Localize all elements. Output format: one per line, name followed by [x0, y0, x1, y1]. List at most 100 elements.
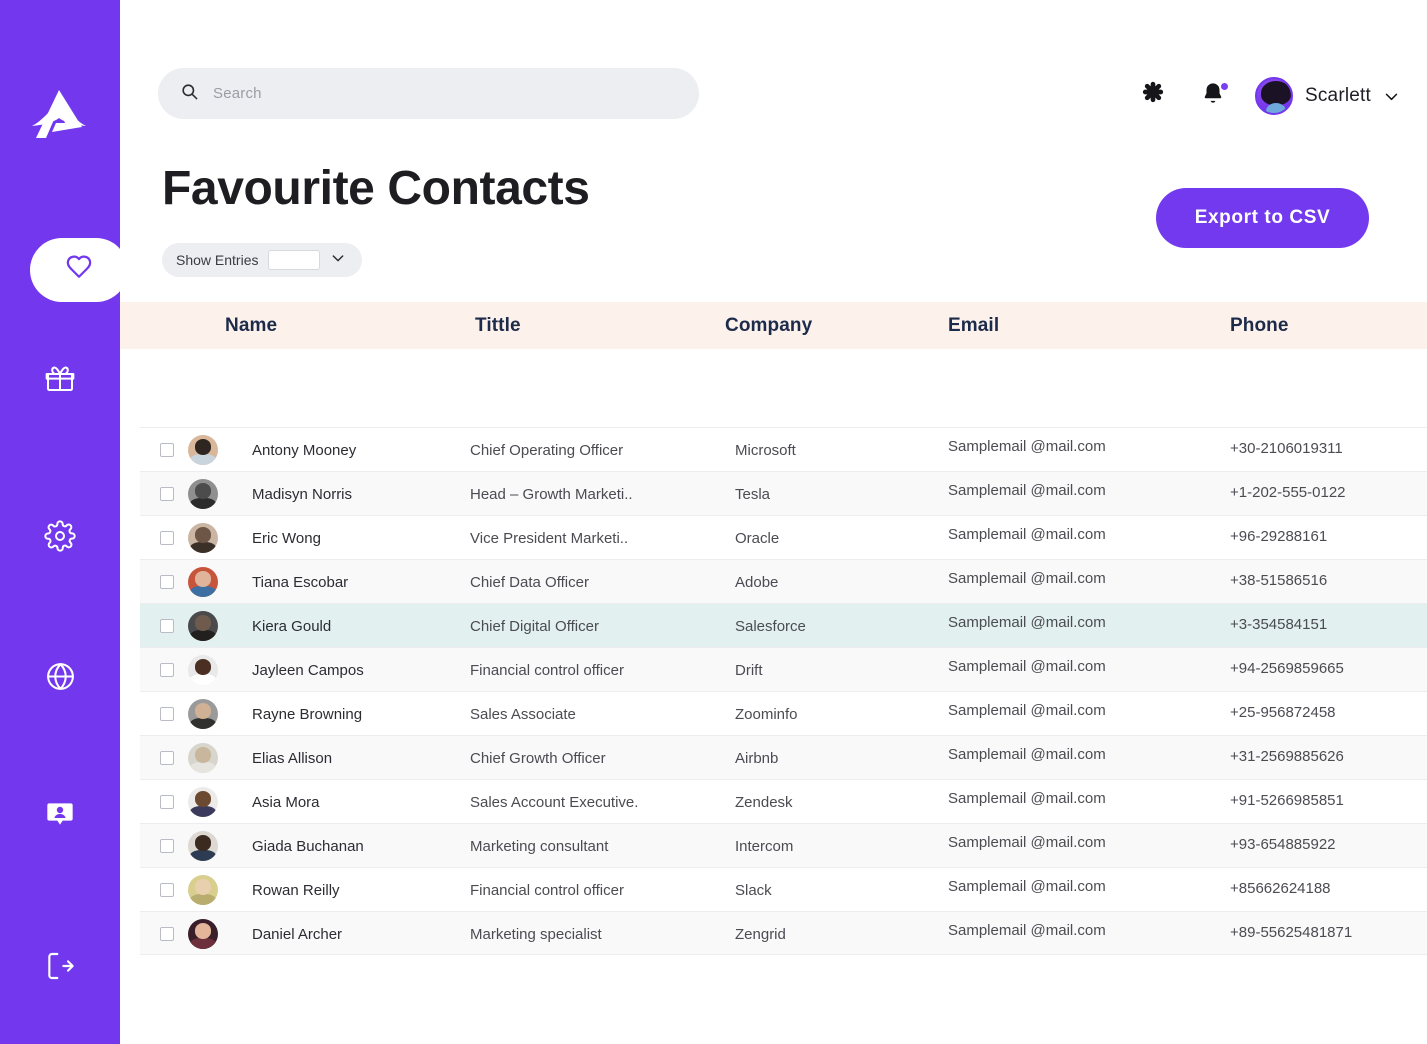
contact-phone: +30-2106019311	[1230, 439, 1343, 457]
column-header-company[interactable]: Company	[725, 302, 812, 349]
contact-name: Asia Mora	[252, 793, 320, 811]
contact-company: Intercom	[735, 837, 794, 855]
contact-title: Financial control officer	[470, 881, 624, 899]
column-header-phone[interactable]: Phone	[1230, 302, 1289, 349]
search-input-placeholder[interactable]: Search	[213, 85, 262, 102]
table-row[interactable]: Rowan Reilly Financial control officer Sla…	[140, 867, 1427, 911]
contact-email: Samplemail @mail.com	[948, 657, 1106, 675]
contact-company: Microsoft	[735, 441, 796, 459]
sidebar-item-contacts[interactable]	[0, 782, 120, 846]
contact-title: Sales Account Executive.	[470, 793, 639, 811]
show-entries-select[interactable]	[268, 250, 321, 270]
row-checkbox[interactable]	[160, 516, 174, 560]
contact-email: Samplemail @mail.com	[948, 569, 1106, 587]
user-menu[interactable]: Scarlett	[1254, 77, 1399, 115]
contact-avatar	[188, 560, 218, 604]
contact-phone: +93-654885922	[1230, 835, 1336, 853]
pill-corner-top	[88, 206, 120, 238]
logout-icon	[44, 950, 76, 982]
row-checkbox[interactable]	[160, 868, 174, 912]
app-root: Search Scarlett Favourite Contacts Expor…	[0, 0, 1427, 1044]
table-row[interactable]: Jayleen Campos Financial control officer D…	[140, 647, 1427, 691]
contact-company: Zendesk	[735, 793, 793, 811]
contact-phone: +96-29288161	[1230, 527, 1328, 545]
row-checkbox[interactable]	[160, 604, 174, 648]
contact-email: Samplemail @mail.com	[948, 921, 1106, 939]
sidebar-item-favourites[interactable]	[0, 206, 128, 334]
contact-title: Head – Growth Marketi..	[470, 485, 633, 503]
row-checkbox[interactable]	[160, 560, 174, 604]
show-entries-label: Show Entries	[176, 252, 259, 268]
sidebar-item-settings[interactable]	[0, 504, 120, 568]
contact-phone: +1-202-555-0122	[1230, 483, 1346, 501]
contact-avatar	[188, 868, 218, 912]
heart-icon	[64, 253, 94, 288]
contact-avatar	[188, 736, 218, 780]
contact-company: Salesforce	[735, 617, 806, 635]
contact-avatar	[188, 516, 218, 560]
search-bar[interactable]: Search	[158, 68, 699, 119]
table-row[interactable]: Eric Wong Vice President Marketi.. Oracle S…	[140, 515, 1427, 559]
table-row[interactable]: Giada Buchanan Marketing consultant Interc…	[140, 823, 1427, 867]
row-checkbox[interactable]	[160, 648, 174, 692]
sidebar-item-logout[interactable]	[0, 934, 120, 998]
table-row[interactable]: Daniel Archer Marketing specialist Zengrid…	[140, 911, 1427, 955]
table-row[interactable]: Kiera Gould Chief Digital Officer Salesfor…	[140, 603, 1427, 647]
contact-company: Zoominfo	[735, 705, 798, 723]
chevron-down-icon[interactable]	[1383, 88, 1399, 104]
row-checkbox[interactable]	[160, 912, 174, 956]
sidebar-item-network[interactable]	[0, 644, 120, 708]
table-row[interactable]: Antony Mooney Chief Operating Officer Micr…	[140, 427, 1427, 471]
contact-company: Slack	[735, 881, 772, 899]
contact-avatar	[188, 472, 218, 516]
avatar	[1254, 77, 1293, 115]
column-header-email[interactable]: Email	[948, 302, 999, 349]
globe-icon	[44, 660, 77, 693]
contact-name: Jayleen Campos	[252, 661, 364, 679]
sidebar-item-rewards[interactable]	[0, 346, 120, 410]
notifications-button[interactable]	[1183, 72, 1243, 120]
contact-email: Samplemail @mail.com	[948, 613, 1106, 631]
pill-corner-bottom	[88, 302, 120, 334]
contact-phone: +3-354584151	[1230, 615, 1328, 633]
contact-avatar	[188, 824, 218, 868]
table-body: Antony Mooney Chief Operating Officer Micr…	[140, 427, 1427, 955]
row-checkbox[interactable]	[160, 736, 174, 780]
contact-avatar	[188, 692, 218, 736]
row-checkbox[interactable]	[160, 428, 174, 472]
table-row[interactable]: Madisyn Norris Head – Growth Marketi.. Tes…	[140, 471, 1427, 515]
table-row[interactable]: Rayne Browning Sales Associate Zoominfo Sam…	[140, 691, 1427, 735]
contact-phone: +85662624188	[1230, 879, 1331, 897]
contact-email: Samplemail @mail.com	[948, 437, 1106, 455]
contact-name: Rowan Reilly	[252, 881, 340, 899]
table-row[interactable]: Elias Allison Chief Growth Officer Airbnb S…	[140, 735, 1427, 779]
notification-badge	[1218, 81, 1230, 92]
row-checkbox[interactable]	[160, 692, 174, 736]
row-checkbox[interactable]	[160, 824, 174, 868]
column-header-title[interactable]: Tittle	[475, 302, 521, 349]
contact-name: Antony Mooney	[252, 441, 357, 459]
row-checkbox[interactable]	[160, 780, 174, 824]
column-header-name[interactable]: Name	[225, 302, 277, 349]
contact-email: Samplemail @mail.com	[948, 877, 1106, 895]
export-to-csv-button[interactable]: Export to CSV	[1156, 188, 1369, 248]
contact-email: Samplemail @mail.com	[948, 745, 1106, 763]
show-entries-control[interactable]: Show Entries	[162, 243, 363, 277]
contact-title: Financial control officer	[470, 661, 624, 679]
chevron-down-icon[interactable]	[330, 250, 346, 271]
contact-phone: +25-956872458	[1230, 703, 1336, 721]
asterisk-gear-icon	[1139, 80, 1167, 113]
contact-name: Rayne Browning	[252, 705, 363, 723]
row-checkbox[interactable]	[160, 472, 174, 516]
contact-email: Samplemail @mail.com	[948, 701, 1106, 719]
contact-email: Samplemail @mail.com	[948, 833, 1106, 851]
contact-name: Eric Wong	[252, 529, 321, 547]
table-row[interactable]: Asia Mora Sales Account Executive. Zendesk…	[140, 779, 1427, 823]
table-row[interactable]: Tiana Escobar Chief Data Officer Adobe Samp…	[140, 559, 1427, 603]
settings-button[interactable]	[1123, 72, 1183, 120]
gear-icon	[44, 520, 76, 552]
contact-avatar	[188, 428, 218, 472]
contact-phone: +89-55625481871	[1230, 923, 1353, 941]
contact-avatar	[188, 780, 218, 824]
contact-title: Chief Data Officer	[470, 573, 589, 591]
